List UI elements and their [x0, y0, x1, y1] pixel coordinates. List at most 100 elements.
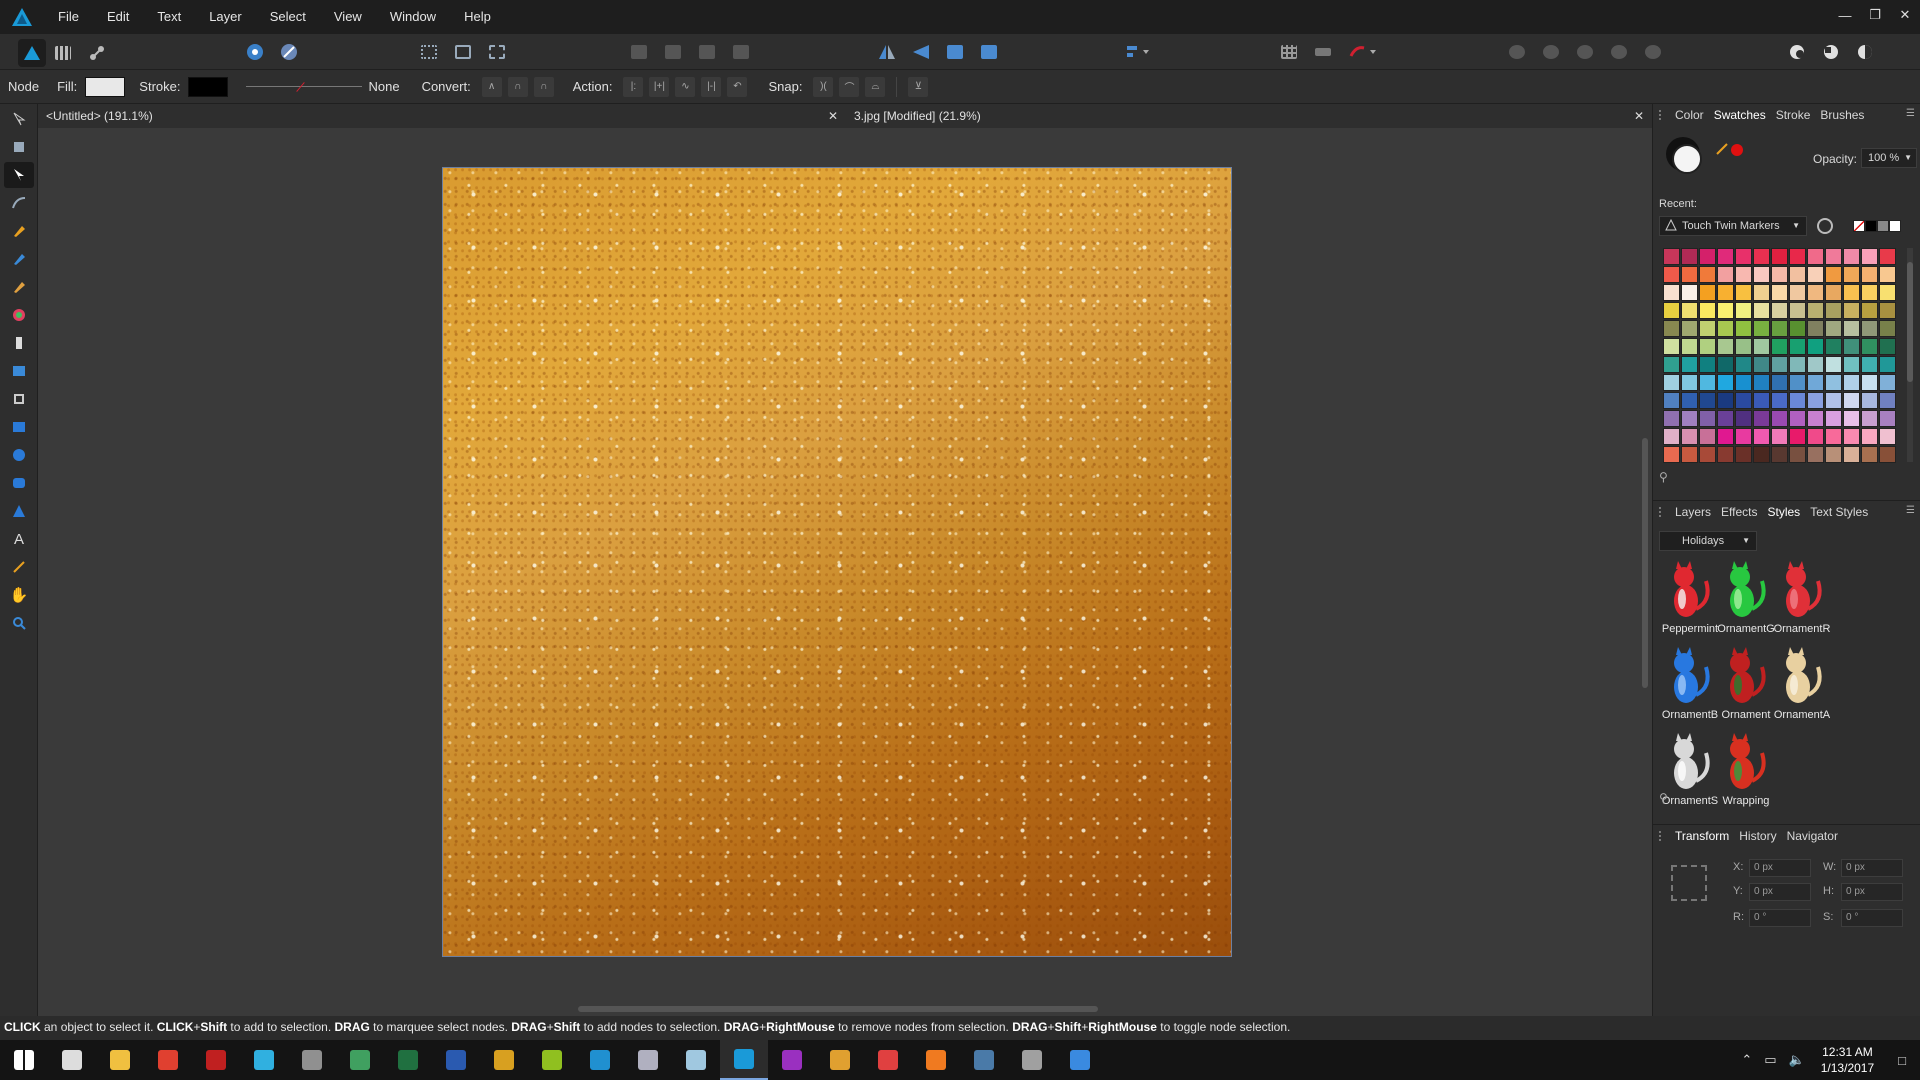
swatch-cell[interactable] — [1825, 320, 1842, 337]
tab-3jpg[interactable]: 3.jpg [Modified] (21.9%) ✕ — [846, 104, 1652, 128]
swatch-cell[interactable] — [1825, 392, 1842, 409]
tab-navigator[interactable]: Navigator — [1787, 829, 1838, 843]
swatch-cell[interactable] — [1699, 392, 1716, 409]
swatch-cell[interactable] — [1861, 410, 1878, 427]
h-field[interactable]: 0 px — [1841, 883, 1903, 901]
swatch-cell[interactable] — [1753, 446, 1770, 463]
restore-icon[interactable]: ❐ — [1860, 0, 1890, 30]
swatch-cell[interactable] — [1789, 428, 1806, 445]
vector-brush-icon[interactable] — [4, 274, 34, 300]
arrange-front-icon[interactable] — [728, 39, 754, 65]
swatch-cell[interactable] — [1771, 338, 1788, 355]
swatch-cell[interactable] — [1681, 320, 1698, 337]
boolean-add-icon[interactable] — [1504, 39, 1530, 65]
rotation-field[interactable]: 0 ° — [1749, 909, 1811, 927]
start-icon[interactable] — [0, 1040, 48, 1080]
swatch-cell[interactable] — [1681, 284, 1698, 301]
tab-brushes[interactable]: Brushes — [1820, 108, 1864, 122]
swatch-cell[interactable] — [1843, 338, 1860, 355]
swatch-cell[interactable] — [1699, 410, 1716, 427]
swatch-cell[interactable] — [1717, 320, 1734, 337]
swatch-cell[interactable] — [1699, 374, 1716, 391]
app-blue-icon[interactable] — [576, 1040, 624, 1080]
invert-selection-icon[interactable] — [484, 39, 510, 65]
search-icon[interactable]: ⚲ — [1659, 791, 1668, 805]
horizontal-scroll-thumb[interactable] — [578, 1006, 1098, 1012]
arrange-back-icon[interactable] — [626, 39, 652, 65]
arrange-forward-icon[interactable] — [694, 39, 720, 65]
firefox-icon[interactable] — [912, 1040, 960, 1080]
excel-icon[interactable] — [384, 1040, 432, 1080]
panel-grip-icon[interactable] — [1659, 110, 1665, 120]
text-tool-icon[interactable]: A — [4, 526, 34, 552]
steam-icon[interactable] — [960, 1040, 1008, 1080]
guides-icon[interactable] — [1310, 39, 1336, 65]
swatch-cell[interactable] — [1681, 266, 1698, 283]
app-dragon-icon[interactable] — [1008, 1040, 1056, 1080]
tab-swatches[interactable]: Swatches — [1714, 108, 1766, 122]
boolean-subtract-icon[interactable] — [1538, 39, 1564, 65]
horizontal-scrollbar[interactable] — [38, 1002, 1638, 1016]
swatch-cell[interactable] — [1861, 356, 1878, 373]
triangle-tool-icon[interactable] — [4, 498, 34, 524]
swatch-cell[interactable] — [1807, 410, 1824, 427]
opacity-input[interactable]: 100 % ▼ — [1861, 148, 1917, 168]
menu-select[interactable]: Select — [256, 0, 320, 34]
swatch-cell[interactable] — [1789, 284, 1806, 301]
swatch-cell[interactable] — [1735, 356, 1752, 373]
swatch-cell[interactable] — [1681, 428, 1698, 445]
boolean-intersect-icon[interactable] — [1572, 39, 1598, 65]
break-curve-icon[interactable]: |: — [623, 76, 644, 97]
fill-tool-icon[interactable] — [4, 302, 34, 328]
tab-layers[interactable]: Layers — [1675, 505, 1711, 519]
swatch-cell[interactable] — [1717, 248, 1734, 265]
swatch-cell[interactable] — [1753, 428, 1770, 445]
swatch-cell[interactable] — [1753, 410, 1770, 427]
preferences-icon[interactable] — [276, 39, 302, 65]
swatch-cell[interactable] — [1843, 284, 1860, 301]
swatch-cell[interactable] — [1807, 374, 1824, 391]
swatch-cell[interactable] — [1735, 392, 1752, 409]
swatch-cell[interactable] — [1735, 338, 1752, 355]
app-crystal-icon[interactable] — [672, 1040, 720, 1080]
swatch-cell[interactable] — [1843, 248, 1860, 265]
swatch-cell[interactable] — [1681, 374, 1698, 391]
swatch-cell[interactable] — [1681, 446, 1698, 463]
swatch-cell[interactable] — [1753, 266, 1770, 283]
swatch-cell[interactable] — [1681, 248, 1698, 265]
swatch-cell[interactable] — [1861, 248, 1878, 265]
swatch-cell[interactable] — [1789, 392, 1806, 409]
white-swatch[interactable] — [1889, 220, 1901, 232]
swatch-cell[interactable] — [1843, 266, 1860, 283]
stroke-swatch[interactable] — [188, 76, 229, 97]
panel-grip-icon[interactable] — [1659, 831, 1665, 841]
select-none-icon[interactable] — [450, 39, 476, 65]
swatch-cell[interactable] — [1825, 428, 1842, 445]
swatch-scrollbar[interactable] — [1907, 248, 1913, 462]
swatch-cell[interactable] — [1879, 320, 1896, 337]
app-monitor-icon[interactable] — [288, 1040, 336, 1080]
clock[interactable]: 12:31 AM 1/13/2017 — [1821, 1044, 1874, 1076]
swatch-cell[interactable] — [1771, 320, 1788, 337]
join-curves-icon[interactable]: |-| — [701, 76, 722, 97]
minimize-icon[interactable]: — — [1830, 0, 1860, 30]
tab-effects[interactable]: Effects — [1721, 505, 1757, 519]
color-picker-icon[interactable] — [4, 554, 34, 580]
swatch-cell[interactable] — [1681, 338, 1698, 355]
swatch-cell[interactable] — [1663, 446, 1680, 463]
tab-color[interactable]: Color — [1675, 108, 1704, 122]
insert-behind-icon[interactable] — [1818, 39, 1844, 65]
fill-swatch[interactable] — [85, 76, 126, 97]
search-icon[interactable]: ⚲ — [1659, 470, 1668, 484]
shear-field[interactable]: 0 ° — [1841, 909, 1903, 927]
swatch-cell[interactable] — [1717, 446, 1734, 463]
swatch-cell[interactable] — [1861, 392, 1878, 409]
point-transform-icon[interactable] — [4, 190, 34, 216]
export-persona-icon[interactable] — [84, 40, 110, 66]
snap-tangent-icon[interactable]: ⌓ — [865, 76, 886, 97]
swatch-cell[interactable] — [1789, 248, 1806, 265]
app-calendar-icon[interactable] — [336, 1040, 384, 1080]
app-blue2-icon[interactable] — [1056, 1040, 1104, 1080]
swatch-cell[interactable] — [1843, 446, 1860, 463]
swatch-cell[interactable] — [1789, 302, 1806, 319]
